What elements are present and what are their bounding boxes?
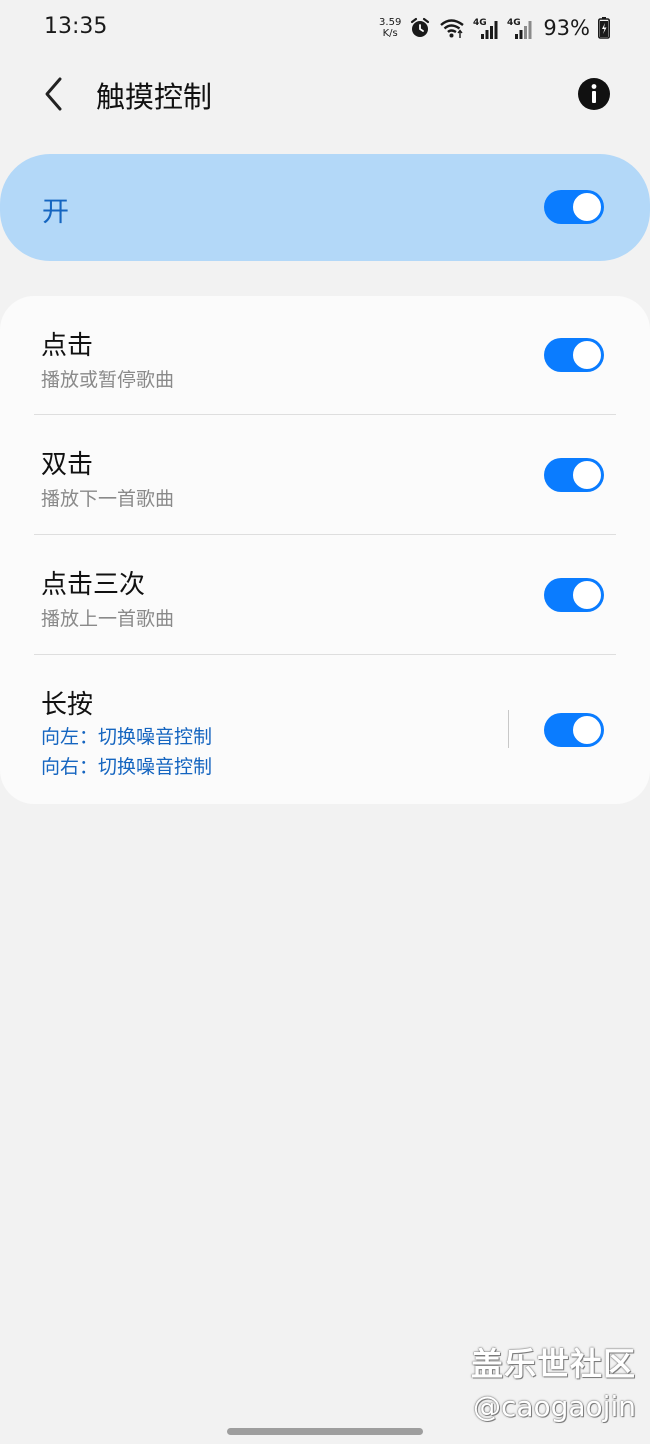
setting-row-long-press[interactable]: 长按 向左：切换噪音控制 向右：切换噪音控制 [0,655,650,804]
setting-row-double-tap[interactable]: 双击 播放下一首歌曲 [0,415,650,535]
setting-subtitle: 播放或暂停歌曲 [41,369,175,391]
signal-4g-icon: 4G [473,18,498,39]
alarm-icon [411,17,430,37]
single-tap-toggle[interactable] [544,338,604,372]
app-header: 触摸控制 [0,60,650,128]
watermark-brand: 盖乐世社区 [470,1345,636,1383]
status-icons: 3.59 K/s 4G 4G 93% [379,12,610,44]
status-bar: 13:35 3.59 K/s 4G 4G 93% [0,0,650,56]
setting-subtitle: 播放上一首歌曲 [41,608,175,630]
svg-text:4G: 4G [473,18,487,28]
home-gesture-bar[interactable] [227,1428,423,1435]
vertical-divider [508,710,509,748]
info-button[interactable] [574,74,614,114]
back-button[interactable] [30,70,78,118]
long-press-right-action: 向右：切换噪音控制 [41,756,213,778]
master-switch-bar[interactable]: 开 [0,154,650,261]
setting-title: 长按 [41,690,94,720]
battery-charging-icon [598,17,610,39]
page-title: 触摸控制 [96,80,213,114]
setting-title: 点击 [41,331,94,361]
back-arrow-icon [45,77,62,111]
long-press-toggle[interactable] [544,713,604,747]
network-speed: 3.59 K/s [379,17,401,39]
setting-title: 双击 [41,450,94,480]
network-speed-value: 3.59 [379,17,402,28]
master-toggle[interactable] [544,190,604,224]
network-speed-unit: K/s [382,28,398,39]
info-icon [578,78,610,110]
setting-title: 点击三次 [41,570,146,600]
status-time: 13:35 [44,14,108,39]
svg-text:4G: 4G [507,18,521,28]
touch-controls-card: 点击 播放或暂停歌曲 双击 播放下一首歌曲 点击三次 播放上一首歌曲 长按 向左… [0,296,650,804]
battery-percent: 93% [543,16,590,40]
setting-subtitle: 播放下一首歌曲 [41,488,175,510]
triple-tap-toggle[interactable] [544,578,604,612]
master-switch-label: 开 [42,197,69,228]
setting-row-triple-tap[interactable]: 点击三次 播放上一首歌曲 [0,535,650,655]
watermark-user: @caogaojin [472,1390,636,1423]
wifi-icon [440,19,465,38]
double-tap-toggle[interactable] [544,458,604,492]
setting-row-single-tap[interactable]: 点击 播放或暂停歌曲 [0,296,650,415]
long-press-left-action: 向左：切换噪音控制 [41,726,213,748]
signal-4g-icon: 4G [507,18,532,39]
